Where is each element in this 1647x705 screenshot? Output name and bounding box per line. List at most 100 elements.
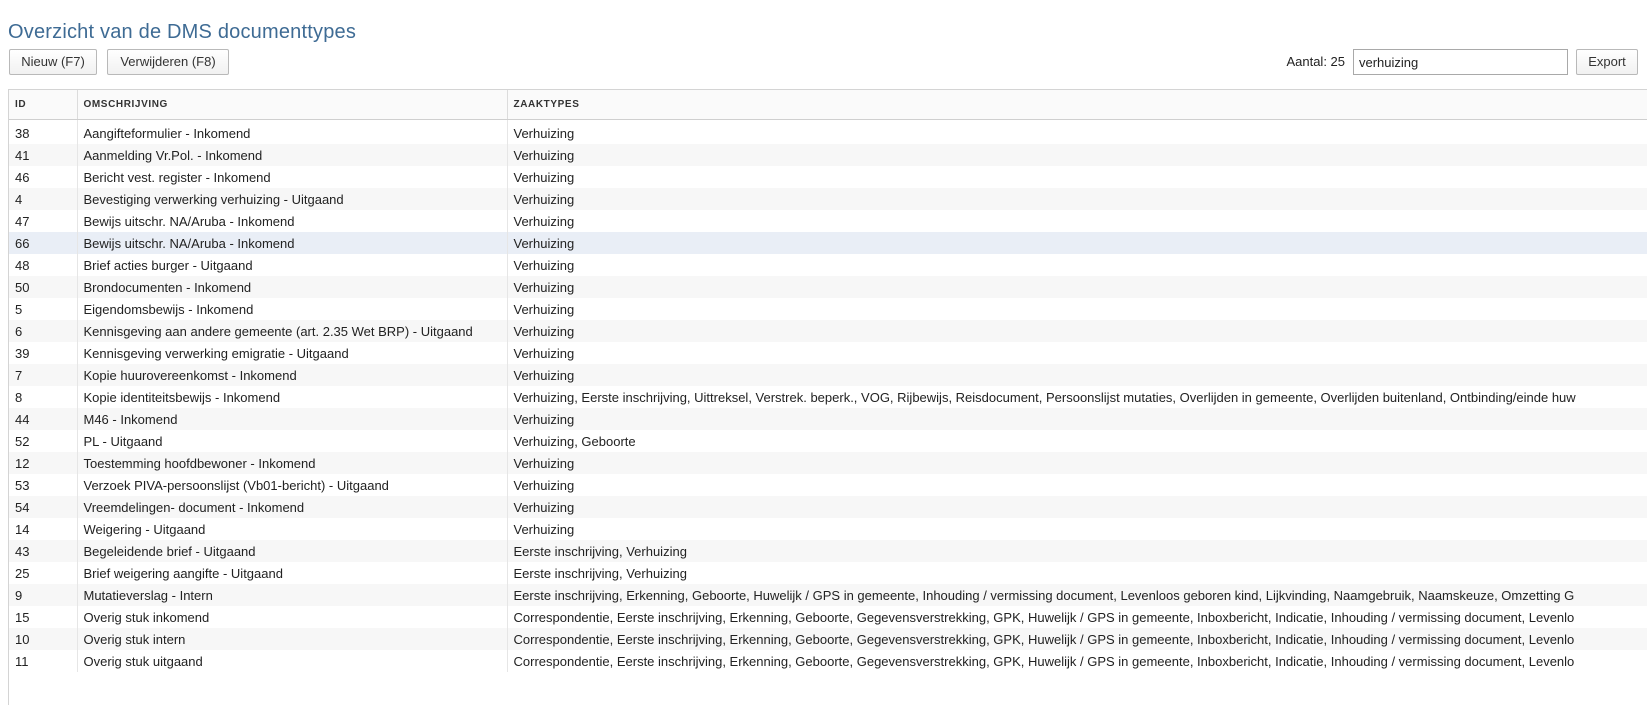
cell-zaaktypes: Eerste inschrijving, Erkenning, Geboorte… <box>507 584 1647 606</box>
cell-id: 50 <box>9 276 78 298</box>
cell-omschrijving: Aangifteformulier - Inkomend <box>77 119 508 144</box>
cell-omschrijving: Kopie huurovereenkomst - Inkomend <box>77 364 508 386</box>
cell-id: 66 <box>9 232 78 254</box>
cell-zaaktypes: Verhuizing, Geboorte <box>507 430 1647 452</box>
cell-omschrijving: Overig stuk inkomend <box>77 606 508 628</box>
cell-omschrijving: Eigendomsbewijs - Inkomend <box>77 298 508 320</box>
table-row[interactable]: 12 Toestemming hoofdbewoner - Inkomend Ver… <box>9 452 1647 474</box>
table-row[interactable]: 44 M46 - Inkomend Verhuizing <box>9 408 1647 430</box>
table-row[interactable]: 46 Bericht vest. register - Inkomend Verhu… <box>9 166 1647 188</box>
table-row[interactable]: 53 Verzoek PIVA-persoonslijst (Vb01-beric… <box>9 474 1647 496</box>
cell-id: 5 <box>9 298 78 320</box>
table-row[interactable]: 10 Overig stuk intern Correspondentie, Eer… <box>9 628 1647 650</box>
cell-zaaktypes: Verhuizing, Eerste inschrijving, Uittrek… <box>507 386 1647 408</box>
cell-omschrijving: Kennisgeving aan andere gemeente (art. 2… <box>77 320 508 342</box>
documenttypes-table: ID OMSCHRIJVING ZAAKTYPES 38 Aangifteform… <box>9 90 1647 672</box>
cell-omschrijving: Verzoek PIVA-persoonslijst (Vb01-bericht… <box>77 474 508 496</box>
column-header-id[interactable]: ID <box>9 90 78 120</box>
cell-id: 8 <box>9 386 78 408</box>
cell-omschrijving: PL - Uitgaand <box>77 430 508 452</box>
cell-zaaktypes: Eerste inschrijving, Verhuizing <box>507 562 1647 584</box>
cell-id: 25 <box>9 562 78 584</box>
table-row[interactable]: 39 Kennisgeving verwerking emigratie - Ui… <box>9 342 1647 364</box>
cell-omschrijving: Aanmelding Vr.Pol. - Inkomend <box>77 144 508 166</box>
cell-id: 38 <box>9 119 78 144</box>
cell-id: 39 <box>9 342 78 364</box>
cell-zaaktypes: Verhuizing <box>507 364 1647 386</box>
delete-button[interactable]: Verwijderen (F8) <box>107 49 229 75</box>
table-row[interactable]: 8 Kopie identiteitsbewijs - Inkomend Verhu… <box>9 386 1647 408</box>
table-row[interactable]: 41 Aanmelding Vr.Pol. - Inkomend Verhuizin… <box>9 144 1647 166</box>
cell-omschrijving: Brondocumenten - Inkomend <box>77 276 508 298</box>
table-row[interactable]: 52 PL - Uitgaand Verhuizing, Geboorte <box>9 430 1647 452</box>
documenttypes-grid: ID OMSCHRIJVING ZAAKTYPES 38 Aangifteform… <box>8 89 1647 705</box>
cell-id: 10 <box>9 628 78 650</box>
cell-id: 12 <box>9 452 78 474</box>
cell-zaaktypes: Verhuizing <box>507 232 1647 254</box>
column-header-zaaktypes[interactable]: ZAAKTYPES <box>507 90 1647 120</box>
cell-zaaktypes: Verhuizing <box>507 518 1647 540</box>
cell-zaaktypes: Verhuizing <box>507 276 1647 298</box>
table-row[interactable]: 4 Bevestiging verwerking verhuizing - Uit… <box>9 188 1647 210</box>
cell-omschrijving: Kennisgeving verwerking emigratie - Uitg… <box>77 342 508 364</box>
cell-omschrijving: Weigering - Uitgaand <box>77 518 508 540</box>
cell-id: 43 <box>9 540 78 562</box>
result-count-label: Aantal: 25 <box>1286 54 1345 69</box>
cell-omschrijving: Begeleidende brief - Uitgaand <box>77 540 508 562</box>
table-row[interactable]: 47 Bewijs uitschr. NA/Aruba - Inkomend Ver… <box>9 210 1647 232</box>
table-row[interactable]: 5 Eigendomsbewijs - Inkomend Verhuizing <box>9 298 1647 320</box>
cell-zaaktypes: Verhuizing <box>507 320 1647 342</box>
page-title: Overzicht van de DMS documenttypes <box>8 21 357 44</box>
table-row[interactable]: 48 Brief acties burger - Uitgaand Verhuizi… <box>9 254 1647 276</box>
table-row[interactable]: 43 Begeleidende brief - Uitgaand Eerste in… <box>9 540 1647 562</box>
cell-zaaktypes: Correspondentie, Eerste inschrijving, Er… <box>507 606 1647 628</box>
cell-zaaktypes: Verhuizing <box>507 474 1647 496</box>
cell-id: 14 <box>9 518 78 540</box>
cell-zaaktypes: Correspondentie, Eerste inschrijving, Er… <box>507 650 1647 672</box>
table-row[interactable]: 25 Brief weigering aangifte - Uitgaand Eer… <box>9 562 1647 584</box>
cell-id: 41 <box>9 144 78 166</box>
cell-zaaktypes: Verhuizing <box>507 188 1647 210</box>
cell-id: 15 <box>9 606 78 628</box>
cell-id: 7 <box>9 364 78 386</box>
cell-omschrijving: Vreemdelingen- document - Inkomend <box>77 496 508 518</box>
cell-zaaktypes: Verhuizing <box>507 408 1647 430</box>
cell-zaaktypes: Verhuizing <box>507 210 1647 232</box>
new-button[interactable]: Nieuw (F7) <box>9 49 97 75</box>
cell-zaaktypes: Correspondentie, Eerste inschrijving, Er… <box>507 628 1647 650</box>
cell-id: 54 <box>9 496 78 518</box>
table-row[interactable]: 6 Kennisgeving aan andere gemeente (art. … <box>9 320 1647 342</box>
table-row[interactable]: 7 Kopie huurovereenkomst - Inkomend Verhui… <box>9 364 1647 386</box>
table-row[interactable]: 9 Mutatieverslag - Intern Eerste inschrijv… <box>9 584 1647 606</box>
cell-zaaktypes: Verhuizing <box>507 166 1647 188</box>
cell-zaaktypes: Verhuizing <box>507 119 1647 144</box>
table-header-row: ID OMSCHRIJVING ZAAKTYPES <box>9 90 1647 120</box>
table-row[interactable]: 14 Weigering - Uitgaand Verhuizing <box>9 518 1647 540</box>
cell-id: 9 <box>9 584 78 606</box>
search-input[interactable] <box>1353 49 1568 75</box>
cell-zaaktypes: Verhuizing <box>507 254 1647 276</box>
table-row[interactable]: 50 Brondocumenten - Inkomend Verhuizing <box>9 276 1647 298</box>
cell-zaaktypes: Verhuizing <box>507 496 1647 518</box>
cell-omschrijving: Bewijs uitschr. NA/Aruba - Inkomend <box>77 232 508 254</box>
cell-omschrijving: Bevestiging verwerking verhuizing - Uitg… <box>77 188 508 210</box>
cell-id: 48 <box>9 254 78 276</box>
table-row[interactable]: 54 Vreemdelingen- document - Inkomend Verh… <box>9 496 1647 518</box>
export-button[interactable]: Export <box>1576 49 1638 75</box>
cell-zaaktypes: Eerste inschrijving, Verhuizing <box>507 540 1647 562</box>
table-row[interactable]: 66 Bewijs uitschr. NA/Aruba - Inkomend Ver… <box>9 232 1647 254</box>
cell-omschrijving: Overig stuk uitgaand <box>77 650 508 672</box>
cell-omschrijving: Toestemming hoofdbewoner - Inkomend <box>77 452 508 474</box>
column-header-omschrijving[interactable]: OMSCHRIJVING <box>77 90 508 120</box>
cell-omschrijving: Brief acties burger - Uitgaand <box>77 254 508 276</box>
table-row[interactable]: 15 Overig stuk inkomend Correspondentie, E… <box>9 606 1647 628</box>
cell-omschrijving: Bericht vest. register - Inkomend <box>77 166 508 188</box>
cell-zaaktypes: Verhuizing <box>507 452 1647 474</box>
cell-id: 53 <box>9 474 78 496</box>
cell-id: 46 <box>9 166 78 188</box>
cell-id: 11 <box>9 650 78 672</box>
table-row[interactable]: 11 Overig stuk uitgaand Correspondentie, E… <box>9 650 1647 672</box>
toolbar: Nieuw (F7) Verwijderen (F8) Aantal: 25 E… <box>9 49 1638 77</box>
cell-id: 52 <box>9 430 78 452</box>
table-row[interactable]: 38 Aangifteformulier - Inkomend Verhuizing <box>9 119 1647 144</box>
